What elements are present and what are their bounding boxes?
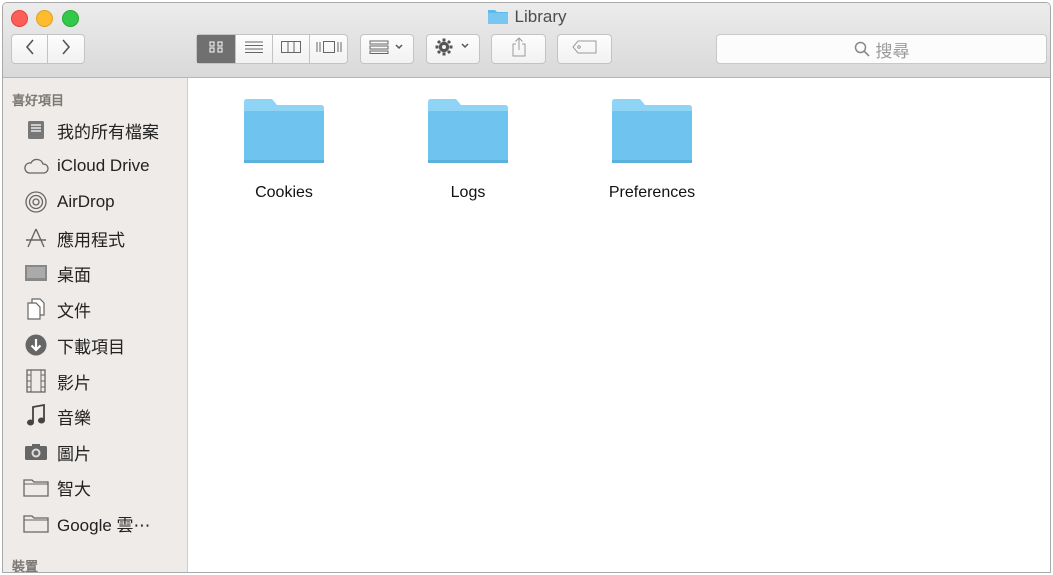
search-icon [854, 41, 870, 57]
file-item-cookies[interactable]: Cookies [214, 96, 354, 202]
sidebar-devices-header: 裝置 [12, 559, 39, 573]
sidebar-item-label: 智大 [57, 479, 91, 499]
applications-icon [23, 227, 49, 249]
file-item-preferences[interactable]: Preferences [582, 96, 722, 202]
movies-icon [23, 369, 49, 393]
folder-icon [244, 99, 324, 163]
airdrop-icon [23, 191, 49, 213]
file-name: Preferences [608, 184, 696, 201]
sidebar-item-label: Google 雲⋯ [57, 515, 151, 535]
tags-button[interactable] [557, 34, 612, 64]
sidebar-favorites-header: 喜好項目 [12, 93, 65, 108]
sidebar: 喜好項目 我的所有檔案 iCloud Drive AirDrop 應用程式 桌面… [3, 78, 188, 572]
sidebar-item-all-files[interactable]: 我的所有檔案 [23, 115, 159, 145]
icon-view-button[interactable] [197, 35, 236, 63]
folder-icon [487, 7, 509, 30]
coverflow-view-icon [316, 40, 342, 58]
file-name: Cookies [255, 184, 313, 201]
sidebar-item-pictures[interactable]: 圖片 [23, 437, 91, 467]
chevron-right-icon [60, 38, 72, 61]
chevron-left-icon [24, 38, 36, 61]
sidebar-item-desktop[interactable]: 桌面 [23, 258, 91, 288]
back-button[interactable] [12, 35, 48, 63]
arrange-icon [369, 40, 405, 59]
sidebar-item-icloud-drive[interactable]: iCloud Drive [23, 151, 150, 181]
arrange-button[interactable] [360, 34, 414, 64]
action-button[interactable] [426, 34, 480, 64]
folder-icon [612, 99, 692, 163]
share-icon [511, 36, 527, 62]
pictures-icon [23, 441, 49, 463]
sidebar-item-music[interactable]: 音樂 [23, 401, 91, 431]
folder-icon [23, 512, 49, 534]
all-files-icon [23, 119, 49, 141]
folder-icon [23, 476, 49, 498]
view-mode-segmented-control [196, 34, 348, 64]
window-title: Library [3, 7, 1050, 30]
sidebar-item-label: 桌面 [57, 265, 91, 285]
file-name: Logs [450, 184, 486, 201]
column-view-button[interactable] [273, 35, 310, 63]
column-view-icon [281, 40, 301, 58]
sidebar-item-movies[interactable]: 影片 [23, 366, 91, 396]
share-button[interactable] [491, 34, 546, 64]
downloads-icon [23, 334, 49, 356]
sidebar-item-label: 圖片 [57, 444, 91, 464]
file-browser: Cookies Logs Preferences [188, 78, 1050, 572]
search-field[interactable]: 搜尋 [716, 34, 1047, 64]
window-title-text: Library [514, 7, 567, 26]
forward-button[interactable] [48, 35, 84, 63]
icon-view-icon [209, 40, 223, 58]
documents-icon [23, 298, 49, 320]
sidebar-item-label: AirDrop [57, 192, 115, 211]
sidebar-item-downloads[interactable]: 下載項目 [23, 330, 125, 360]
gear-icon [434, 38, 472, 61]
navigation-buttons [11, 34, 85, 64]
sidebar-item-google-drive[interactable]: Google 雲⋯ [23, 508, 151, 538]
file-item-logs[interactable]: Logs [398, 96, 538, 202]
sidebar-item-airdrop[interactable]: AirDrop [23, 187, 115, 217]
sidebar-item-label: 音樂 [57, 408, 91, 428]
sidebar-item-label: 我的所有檔案 [57, 122, 159, 142]
search-placeholder: 搜尋 [875, 41, 910, 61]
sidebar-item-label: 文件 [57, 301, 91, 321]
finder-window: Library 搜尋 喜好項目 我的所有檔案 iCloud Drive AirD… [2, 2, 1051, 573]
music-icon [23, 404, 49, 427]
sidebar-item-applications[interactable]: 應用程式 [23, 223, 125, 253]
sidebar-item-label: iCloud Drive [57, 156, 150, 175]
toolbar: Library 搜尋 [3, 3, 1050, 78]
folder-icon [428, 99, 508, 163]
tag-icon [571, 40, 598, 59]
list-view-icon [245, 40, 263, 58]
list-view-button[interactable] [236, 35, 273, 63]
sidebar-item-folder[interactable]: 智大 [23, 472, 91, 502]
sidebar-item-label: 影片 [57, 373, 91, 393]
sidebar-item-label: 應用程式 [57, 230, 125, 250]
cloud-icon [23, 155, 49, 177]
sidebar-item-documents[interactable]: 文件 [23, 294, 91, 324]
desktop-icon [23, 262, 49, 284]
sidebar-item-label: 下載項目 [57, 337, 125, 357]
coverflow-view-button[interactable] [310, 35, 347, 63]
